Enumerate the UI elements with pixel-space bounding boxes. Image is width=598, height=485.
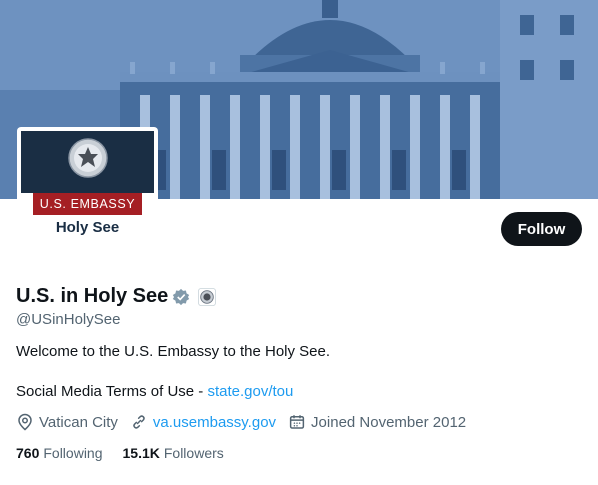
eagle-seal-icon bbox=[68, 138, 108, 178]
display-name: U.S. in Holy See bbox=[16, 285, 169, 307]
calendar-icon bbox=[289, 415, 305, 429]
verified-badge-icon[interactable] bbox=[172, 288, 190, 306]
avatar-image: U.S. EMBASSY Holy See bbox=[21, 131, 154, 264]
following-stat[interactable]: 760 Following bbox=[16, 445, 103, 461]
website-link[interactable]: va.usembassy.gov bbox=[153, 414, 276, 431]
link-icon bbox=[133, 415, 145, 429]
joined-text: Joined November 2012 bbox=[311, 413, 467, 431]
profile-terms: Social Media Terms of Use - state.gov/to… bbox=[16, 383, 293, 400]
terms-link[interactable]: state.gov/tou bbox=[207, 383, 293, 400]
following-count: 760 bbox=[16, 445, 40, 461]
profile-avatar[interactable]: U.S. EMBASSY Holy See bbox=[17, 127, 158, 268]
follow-button[interactable]: Follow bbox=[501, 212, 582, 246]
profile-name-row: U.S. in Holy See bbox=[16, 285, 217, 308]
avatar-embassy-label: U.S. EMBASSY bbox=[33, 193, 142, 215]
profile-stats: 760 Following 15.1K Followers bbox=[16, 445, 244, 461]
followers-count: 15.1K bbox=[122, 445, 160, 461]
location-item: Vatican City bbox=[16, 413, 118, 431]
avatar-post-label: Holy See bbox=[55, 219, 120, 236]
followers-stat[interactable]: 15.1K Followers bbox=[123, 445, 224, 461]
profile-handle: @USinHolySee bbox=[16, 311, 121, 328]
following-label: Following bbox=[43, 445, 103, 461]
joined-item: Joined November 2012 bbox=[288, 413, 466, 431]
profile-bio: Welcome to the U.S. Embassy to the Holy … bbox=[16, 343, 331, 360]
affiliate-seal-icon[interactable] bbox=[198, 287, 217, 306]
terms-prefix: Social Media Terms of Use - bbox=[16, 383, 204, 400]
location-text: Vatican City bbox=[39, 413, 118, 431]
location-pin-icon bbox=[18, 413, 32, 431]
website-item: va.usembassy.gov bbox=[130, 413, 276, 431]
followers-label: Followers bbox=[163, 445, 224, 461]
profile-meta: Vatican City va.usembassy.gov Joined Nov… bbox=[16, 413, 478, 431]
